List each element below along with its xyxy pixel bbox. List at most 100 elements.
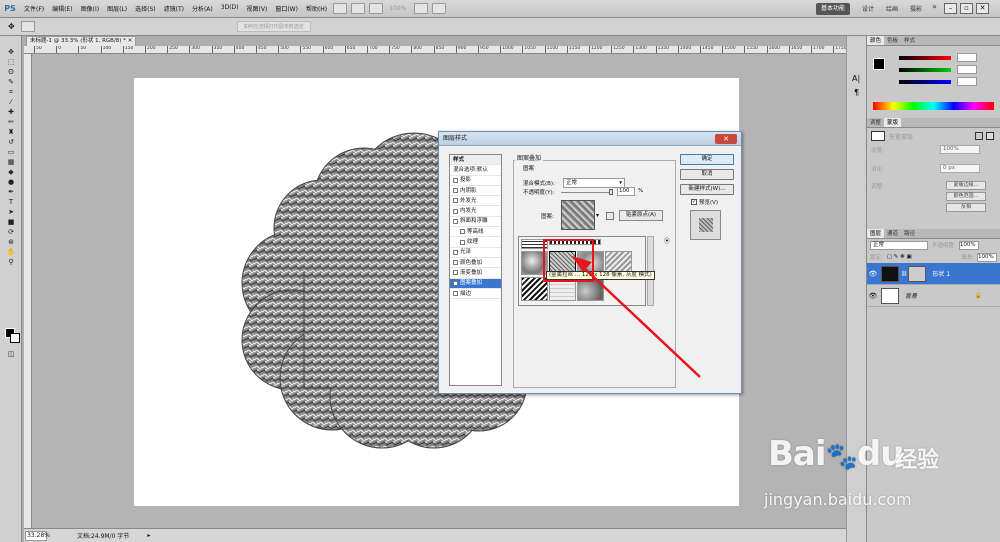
- crop-tool-icon[interactable]: ⌗: [6, 88, 16, 96]
- workspace-tab-photo[interactable]: 摄影: [910, 4, 922, 13]
- opacity-slider-thumb[interactable]: [609, 189, 613, 195]
- visibility-eye-icon[interactable]: 👁: [867, 270, 879, 278]
- pattern-cell[interactable]: [521, 277, 548, 301]
- preview-checkbox[interactable]: ✓ 预览(V): [691, 198, 718, 206]
- menu-item[interactable]: 分析(A): [188, 4, 217, 13]
- tab-channels[interactable]: 通道: [884, 229, 901, 238]
- color-spectrum[interactable]: [873, 102, 994, 110]
- tab-layers[interactable]: 图层: [867, 229, 885, 238]
- style-item[interactable]: 混合选项:默认: [450, 165, 501, 176]
- 3d-camera-tool-icon[interactable]: ⊛: [6, 238, 16, 246]
- menu-item[interactable]: 图像(I): [77, 4, 103, 13]
- checkbox[interactable]: [453, 218, 458, 224]
- visibility-eye-icon[interactable]: 👁: [867, 292, 879, 300]
- tab-masks[interactable]: 蒙版: [884, 118, 902, 127]
- pattern-cell[interactable]: [549, 277, 576, 301]
- invert-button[interactable]: 反相: [946, 203, 986, 212]
- menu-item[interactable]: 滤镜(T): [160, 4, 188, 13]
- panel-icon-a[interactable]: A|: [852, 74, 860, 83]
- checkbox[interactable]: [453, 291, 458, 296]
- workspace-button[interactable]: 基本功能: [816, 3, 851, 15]
- blend-mode-select[interactable]: 正常 ▾: [563, 178, 625, 188]
- tool-preset-button[interactable]: [20, 21, 35, 32]
- brush-tool-icon[interactable]: ✏: [6, 118, 16, 126]
- style-item[interactable]: 纹理: [450, 237, 501, 248]
- vector-mask-icon[interactable]: [986, 132, 994, 140]
- layer-row-background[interactable]: 👁 背景 🔒: [867, 285, 1000, 307]
- menu-item[interactable]: 选择(S): [131, 4, 160, 13]
- cancel-button[interactable]: 取消: [680, 169, 734, 180]
- menu-item[interactable]: 帮助(H): [302, 4, 331, 13]
- bridge-button[interactable]: [333, 3, 348, 14]
- style-item[interactable]: 投影: [450, 176, 501, 186]
- lasso-tool-icon[interactable]: ʘ: [6, 68, 16, 76]
- eraser-tool-icon[interactable]: ▭: [6, 148, 16, 156]
- healing-tool-icon[interactable]: ✚: [6, 108, 16, 116]
- checkbox[interactable]: [453, 260, 458, 266]
- eyedropper-tool-icon[interactable]: ⁄: [6, 98, 16, 106]
- minimize-button[interactable]: –: [944, 3, 957, 14]
- menu-item[interactable]: 编辑(E): [48, 4, 76, 13]
- red-slider[interactable]: [889, 52, 1000, 64]
- stamp-tool-icon[interactable]: ♜: [6, 128, 16, 136]
- pixel-mask-icon[interactable]: [975, 132, 983, 140]
- workspace-tab-paint[interactable]: 绘画: [886, 4, 898, 13]
- layer-name-background[interactable]: 背景: [905, 291, 917, 300]
- new-style-button[interactable]: 新建样式(W)...: [680, 184, 734, 195]
- menu-item[interactable]: 视图(V): [243, 4, 272, 13]
- style-item[interactable]: 颜色叠加: [450, 258, 501, 269]
- tab-adjustments[interactable]: 调整: [867, 118, 884, 127]
- screen-mode-button[interactable]: [432, 3, 447, 14]
- tab-styles[interactable]: 样式: [901, 36, 918, 45]
- mask-edge-button[interactable]: 蒙版边缘...: [946, 181, 986, 190]
- layer-blend-select[interactable]: 正常: [870, 240, 928, 250]
- pattern-cell[interactable]: [549, 239, 601, 245]
- opacity-input[interactable]: 100: [617, 187, 635, 196]
- panel-fg-swatch[interactable]: [873, 58, 885, 70]
- background-color-swatch[interactable]: [10, 333, 20, 343]
- opacity-field[interactable]: 100%: [958, 240, 979, 250]
- new-preset-icon[interactable]: [606, 212, 614, 220]
- style-item[interactable]: 斜面和浮雕: [450, 217, 501, 228]
- pattern-cell[interactable]: [521, 251, 548, 275]
- style-item[interactable]: 内阴影: [450, 186, 501, 197]
- view-extras-button[interactable]: [369, 3, 384, 14]
- style-item[interactable]: 等高线: [450, 227, 501, 238]
- blur-tool-icon[interactable]: ◆: [6, 168, 16, 176]
- workspace-tab-design[interactable]: 设计: [862, 4, 874, 13]
- checkbox[interactable]: [453, 270, 458, 276]
- style-item[interactable]: 渐变叠加: [450, 268, 501, 279]
- quick-select-tool-icon[interactable]: ✎: [6, 78, 16, 86]
- pattern-dropdown-icon[interactable]: ▾: [596, 212, 603, 220]
- path-select-tool-icon[interactable]: ➤: [6, 208, 16, 216]
- menu-item[interactable]: 文件(F): [20, 4, 48, 13]
- fill-field[interactable]: 100%: [977, 252, 997, 262]
- gradient-tool-icon[interactable]: ▦: [6, 158, 16, 166]
- style-item[interactable]: 内发光: [450, 206, 501, 217]
- lock-icons[interactable]: ▢ ✎ ✥ ▣: [887, 254, 912, 260]
- pattern-swatch[interactable]: [561, 200, 595, 230]
- status-menu-arrow-icon[interactable]: ▸: [147, 532, 150, 539]
- green-slider[interactable]: [889, 64, 1000, 76]
- checkbox[interactable]: [453, 208, 458, 214]
- style-item[interactable]: 描边: [450, 289, 501, 300]
- layer-name-shape[interactable]: 形状 1: [932, 269, 950, 278]
- pattern-cell[interactable]: [521, 239, 548, 249]
- pattern-cell[interactable]: [577, 277, 604, 301]
- workspace-more[interactable]: »: [932, 2, 937, 11]
- style-item[interactable]: 光泽: [450, 248, 501, 258]
- arrange-button[interactable]: [414, 3, 429, 14]
- checkbox[interactable]: [453, 198, 458, 204]
- 3d-rotate-tool-icon[interactable]: ⟳: [6, 228, 16, 236]
- styles-header[interactable]: 样式: [450, 155, 501, 166]
- restore-button[interactable]: ▫: [960, 3, 973, 14]
- tab-paths[interactable]: 路径: [901, 229, 918, 238]
- menu-item[interactable]: 窗口(W): [271, 4, 302, 13]
- move-tool-icon[interactable]: ✥: [8, 22, 15, 31]
- minibridge-button[interactable]: [351, 3, 366, 14]
- paragraph-icon[interactable]: ¶: [854, 88, 859, 97]
- feather-field[interactable]: 0 px: [940, 164, 980, 173]
- checkbox[interactable]: [453, 177, 458, 183]
- close-button[interactable]: ✕: [976, 3, 989, 14]
- menu-item[interactable]: 图层(L): [103, 4, 131, 13]
